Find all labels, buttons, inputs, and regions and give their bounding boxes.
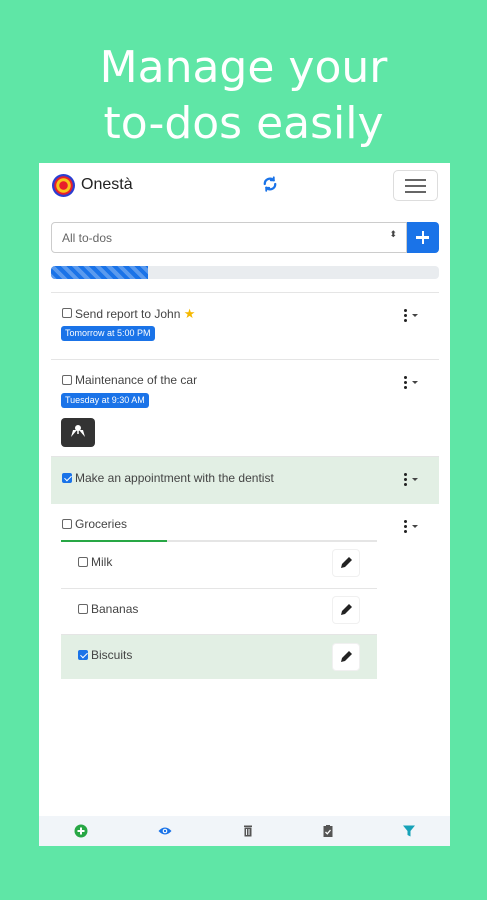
more-options-button[interactable] <box>401 520 423 534</box>
pencil-icon <box>341 651 352 662</box>
sync-icon[interactable] <box>261 175 279 193</box>
add-circle-icon[interactable] <box>74 824 88 838</box>
app-screen: Onestà All to-dos ⬍ Send report to John … <box>39 163 450 846</box>
select-caret-icon: ⬍ <box>389 229 397 239</box>
hamburger-icon-bar <box>405 185 426 187</box>
navbar: Onestà <box>39 163 450 209</box>
todo-item-completed[interactable]: Make an appointment with the dentist <box>51 456 439 504</box>
headline-line-2: to-dos easily <box>103 98 384 149</box>
todo-filter-select[interactable]: All to-dos ⬍ <box>51 222 407 253</box>
todo-checkbox[interactable] <box>62 375 72 385</box>
due-date-badge: Tuesday at 9:30 AM <box>61 393 149 408</box>
todo-checkbox[interactable] <box>62 519 72 529</box>
edit-subtask-button[interactable] <box>333 644 359 670</box>
edit-subtask-button[interactable] <box>333 550 359 576</box>
filter-icon[interactable] <box>402 824 416 838</box>
pencil-icon <box>341 557 352 568</box>
promo-headline: Manage your to-dos easily <box>0 40 487 152</box>
todo-item[interactable]: Maintenance of the car Tuesday at 9:30 A… <box>51 359 439 456</box>
map-location-button[interactable] <box>61 418 95 447</box>
app-logo <box>52 174 75 197</box>
map-icon <box>71 425 85 437</box>
todo-item[interactable]: Send report to John ★ Tomorrow at 5:00 P… <box>51 292 439 359</box>
subtask-item[interactable]: Milk <box>61 542 377 588</box>
progress-fill <box>51 266 148 279</box>
bottom-toolbar <box>39 816 450 846</box>
eye-icon[interactable] <box>158 824 172 838</box>
hamburger-icon <box>405 179 426 181</box>
todo-title: Send report to John <box>75 307 181 321</box>
edit-subtask-button[interactable] <box>333 597 359 623</box>
subtask-title: Biscuits <box>91 648 133 662</box>
subtask-checkbox-checked[interactable] <box>78 650 88 660</box>
todo-title: Make an appointment with the dentist <box>75 471 274 485</box>
menu-toggle-button[interactable] <box>393 170 438 201</box>
progress-bar <box>51 266 439 279</box>
subtask-item[interactable]: Bananas <box>61 588 377 634</box>
subtask-checkbox[interactable] <box>78 604 88 614</box>
subtask-item-completed[interactable]: Biscuits <box>61 634 377 679</box>
hamburger-icon-bar <box>405 191 426 193</box>
more-options-button[interactable] <box>401 473 423 487</box>
more-options-button[interactable] <box>401 309 423 323</box>
due-date-badge: Tomorrow at 5:00 PM <box>61 326 155 341</box>
add-todo-button[interactable] <box>407 222 439 253</box>
filter-selected-value: All to-dos <box>62 231 113 245</box>
clipboard-check-icon[interactable] <box>321 824 335 838</box>
app-name: Onestà <box>81 176 133 193</box>
star-icon: ★ <box>183 306 196 321</box>
pencil-icon <box>341 604 352 615</box>
subtask-checkbox[interactable] <box>78 557 88 567</box>
more-options-button[interactable] <box>401 376 423 390</box>
todo-title: Maintenance of the car <box>75 373 198 387</box>
todo-title: Groceries <box>75 517 128 531</box>
todo-item-with-subtasks[interactable]: Groceries <box>51 504 439 540</box>
headline-line-1: Manage your <box>99 42 388 93</box>
subtask-title: Bananas <box>91 602 139 616</box>
trash-icon[interactable] <box>241 824 255 838</box>
subtask-title: Milk <box>91 555 113 569</box>
todo-checkbox-checked[interactable] <box>62 473 72 483</box>
todo-checkbox[interactable] <box>62 308 72 318</box>
todo-title-wrap: Send report to John ★ <box>75 306 195 322</box>
